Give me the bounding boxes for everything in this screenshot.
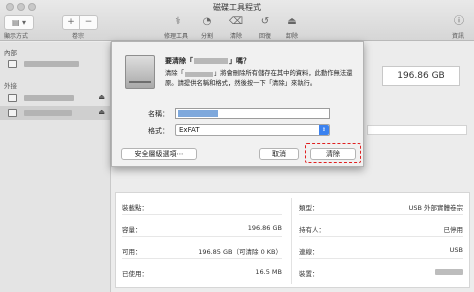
info-row-capacity: 容量： 196.86 GB xyxy=(122,219,282,237)
volume-icon xyxy=(8,109,17,117)
name-field[interactable] xyxy=(175,108,330,119)
sidebar-icon: ▤ ▾ xyxy=(11,18,27,27)
erase-dialog: 要清除「 」嗎？ 清除「 」將會刪除所有儲存在其中的資料，此動作無法還原。請提供名稱… xyxy=(111,41,364,167)
redacted-volume-name xyxy=(194,58,228,64)
first-aid-button[interactable]: ⚕ xyxy=(168,15,188,30)
add-volume-button[interactable]: + xyxy=(63,16,80,29)
info-label: 裝載點： xyxy=(122,204,148,212)
info-row-connection: 連線： USB xyxy=(299,241,463,259)
sidebar: 內部 外接 ⏏ ⏏ xyxy=(0,42,111,292)
volume-buttons: + − xyxy=(62,15,98,30)
info-label: 裝置： xyxy=(299,270,319,278)
usage-bar xyxy=(367,125,467,135)
sidebar-section-external: 外接 xyxy=(4,82,17,90)
selected-name-text xyxy=(178,110,218,117)
info-row-owners: 持有人： 已停用 xyxy=(299,219,463,237)
info-divider xyxy=(291,198,292,284)
sidebar-item-external-volume[interactable]: ⏏ xyxy=(0,106,110,120)
restore-icon: ↺ xyxy=(260,16,270,27)
redacted-disk-name xyxy=(24,61,79,67)
volume-label: 卷宗 xyxy=(72,33,85,40)
sidebar-item-external-disk[interactable]: ⏏ xyxy=(0,91,110,105)
partition-label: 分割 xyxy=(201,33,214,40)
info-label: 資訊 xyxy=(452,33,465,40)
format-label: 格式： xyxy=(148,127,169,135)
eject-icon[interactable]: ⏏ xyxy=(98,108,105,116)
redacted-volume-name xyxy=(184,71,213,77)
restore-button[interactable]: ↺ xyxy=(255,15,275,30)
redacted-device-id xyxy=(435,269,463,275)
name-label: 名稱： xyxy=(148,110,169,118)
info-row-available: 可用： 196.85 GB（可清除 0 KB） xyxy=(122,241,282,259)
info-value: 已停用 xyxy=(443,226,464,234)
dialog-message: 清除「 」將會刪除所有儲存在其中的資料，此動作無法還原。請提供名稱和格式，然後按一… xyxy=(165,70,358,90)
info-value: 196.86 GB xyxy=(247,224,282,232)
select-arrows-icon: ⇕ xyxy=(319,125,329,135)
info-value: USB xyxy=(449,246,463,254)
stethoscope-icon: ⚕ xyxy=(175,16,181,27)
capacity-display: 196.86 GB xyxy=(382,66,460,86)
dialog-title-suffix: 」嗎？ xyxy=(229,57,250,65)
info-label: 可用： xyxy=(122,248,142,256)
unmount-label: 卸除 xyxy=(286,33,299,40)
erase-toolbar-label: 清除 xyxy=(230,33,243,40)
view-label: 顯示方式 xyxy=(4,33,29,40)
sidebar-section-internal: 內部 xyxy=(4,49,17,57)
eject-icon[interactable]: ⏏ xyxy=(98,93,105,101)
view-button[interactable]: ▤ ▾ xyxy=(4,15,34,30)
unmount-button[interactable]: ⏏ xyxy=(282,15,302,30)
window-title: 磁碟工具程式 xyxy=(213,3,261,12)
erase-icon: ⌫ xyxy=(228,16,244,27)
info-row-device: 裝置： xyxy=(299,263,463,281)
info-label: 類型： xyxy=(299,204,319,212)
partition-button[interactable]: ◔ xyxy=(197,15,217,30)
info-value: USB 外部實體卷宗 xyxy=(408,204,463,212)
cancel-button[interactable]: 取消 xyxy=(259,148,299,160)
info-label: 連線： xyxy=(299,248,319,256)
info-value: 16.5 MB xyxy=(255,268,282,276)
dialog-title: 要清除「 」嗎？ xyxy=(165,56,250,65)
info-row-type: 類型： USB 外部實體卷宗 xyxy=(299,197,463,215)
info-value: 196.85 GB（可清除 0 KB） xyxy=(198,248,282,256)
info-icon: ⓘ xyxy=(454,16,464,27)
external-disk-icon xyxy=(8,94,17,102)
remove-volume-button[interactable]: − xyxy=(80,16,97,29)
format-select[interactable]: ExFAT ⇕ xyxy=(175,124,330,136)
info-label: 容量： xyxy=(122,226,142,234)
sidebar-item-internal-disk[interactable] xyxy=(0,57,110,71)
info-panel: 裝載點： 容量： 196.86 GB 可用： 196.85 GB（可清除 0 K… xyxy=(115,192,470,288)
info-row-used: 已使用： 16.5 MB xyxy=(122,263,282,281)
erase-button-highlight xyxy=(305,143,361,163)
restore-label: 回復 xyxy=(259,33,272,40)
toolbar: 磁碟工具程式 ▤ ▾ 顯示方式 + − 卷宗 ⚕ 修理工具 ◔ 分割 ⌫ 清除 ↺… xyxy=(0,0,474,41)
mount-icon: ⏏ xyxy=(287,16,297,27)
dialog-message-prefix: 清除「 xyxy=(165,70,184,77)
erase-toolbar-button[interactable]: ⌫ xyxy=(226,15,246,30)
info-label: 已使用： xyxy=(122,270,148,278)
security-options-button[interactable]: 安全層級選項⋯ xyxy=(121,148,197,160)
dialog-title-prefix: 要清除「 xyxy=(165,57,193,65)
info-label: 持有人： xyxy=(299,226,325,234)
internal-disk-icon xyxy=(8,60,17,68)
partition-icon: ◔ xyxy=(202,16,212,27)
redacted-volume-name xyxy=(24,110,72,116)
first-aid-label: 修理工具 xyxy=(164,33,189,40)
format-value: ExFAT xyxy=(179,126,200,134)
info-row-mount-point: 裝載點： xyxy=(122,197,282,215)
external-drive-icon xyxy=(125,55,155,89)
redacted-disk-name xyxy=(24,95,74,101)
info-button[interactable]: ⓘ xyxy=(449,15,469,30)
